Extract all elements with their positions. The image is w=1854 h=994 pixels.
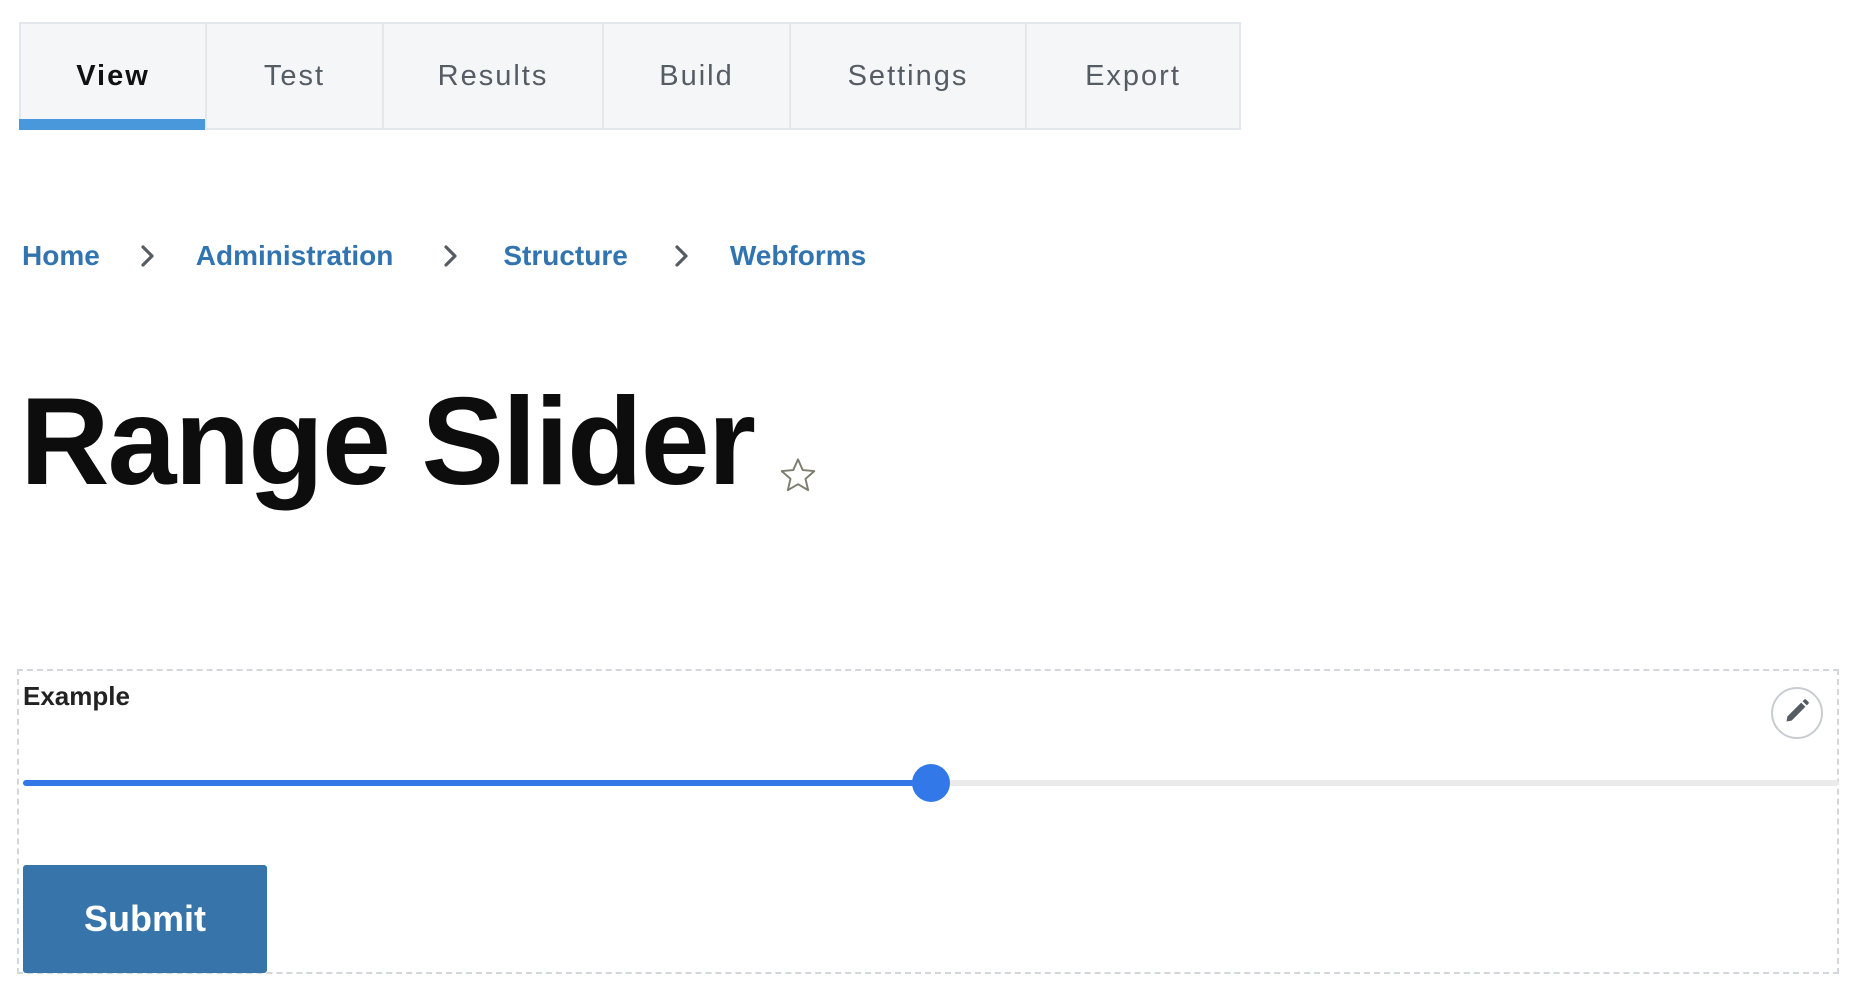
chevron-right-icon: [421, 241, 481, 271]
tab-export[interactable]: Export: [1027, 24, 1239, 128]
star-outline-icon[interactable]: [777, 455, 819, 497]
range-slider[interactable]: [23, 763, 1839, 803]
slider-fill: [23, 780, 931, 786]
chevron-right-icon: [118, 241, 178, 271]
tab-test[interactable]: Test: [207, 24, 384, 128]
breadcrumb-administration[interactable]: Administration: [196, 240, 394, 272]
tab-settings[interactable]: Settings: [791, 24, 1027, 128]
edit-element-button[interactable]: [1771, 687, 1823, 739]
webform-element-wrapper: Example Submit: [17, 669, 1839, 974]
field-label: Example: [23, 681, 130, 711]
chevron-right-icon: [652, 241, 712, 271]
slider-thumb[interactable]: [912, 764, 950, 802]
tab-view[interactable]: View: [19, 24, 207, 130]
page-title: Range Slider: [20, 373, 756, 511]
tab-build[interactable]: Build: [604, 24, 791, 128]
primary-tabs: View Test Results Build Settings Export: [19, 22, 1241, 130]
breadcrumb: Home Administration Structure Webforms: [22, 238, 866, 274]
pencil-icon: [1783, 697, 1811, 730]
breadcrumb-structure[interactable]: Structure: [503, 240, 627, 272]
tab-results[interactable]: Results: [384, 24, 604, 128]
breadcrumb-webforms[interactable]: Webforms: [730, 240, 866, 272]
submit-button[interactable]: Submit: [23, 865, 267, 973]
breadcrumb-home[interactable]: Home: [22, 240, 100, 272]
